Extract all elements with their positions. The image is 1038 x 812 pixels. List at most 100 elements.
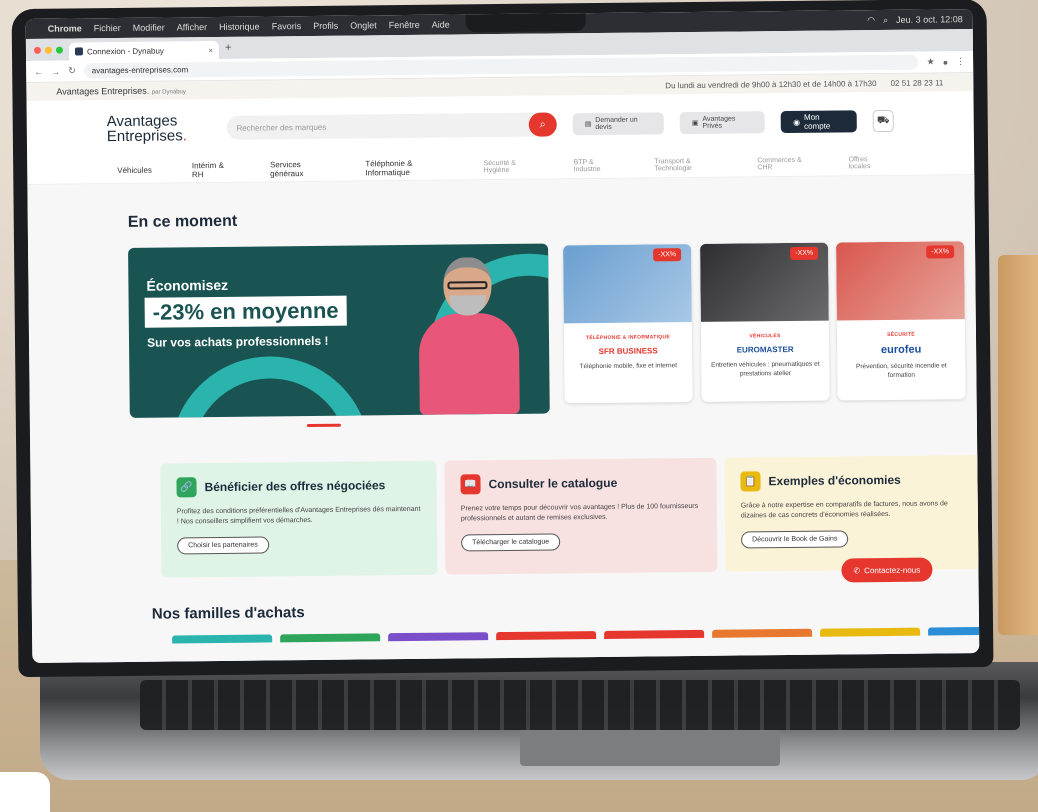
- contact-button[interactable]: ✆ Contactez-nous: [841, 557, 933, 583]
- menu-chrome[interactable]: Chrome: [48, 23, 82, 33]
- menubar-datetime[interactable]: Jeu. 3 oct. 12:08: [896, 14, 963, 26]
- gains-book-button[interactable]: Découvrir le Book de Gains: [741, 530, 849, 549]
- card-description: Entretien véhicules : pneumatiques et pr…: [711, 360, 820, 378]
- nav-item[interactable]: Offres locales: [849, 155, 885, 170]
- benefit-text: Profitez des conditions préférentielles …: [176, 505, 421, 526]
- main-content: En ce moment Économisez -23% en moyenne …: [27, 175, 980, 663]
- nav-item[interactable]: Transport & Technologie: [654, 157, 717, 172]
- maximize-window-button[interactable]: [55, 46, 63, 54]
- choose-partners-button[interactable]: Choisir les partenaires: [177, 536, 269, 555]
- nav-item[interactable]: Services généraux: [270, 159, 325, 178]
- card-category: VÉHICULES: [749, 333, 781, 340]
- back-icon[interactable]: ←: [34, 66, 43, 76]
- family-tab[interactable]: [712, 628, 813, 638]
- quote-button[interactable]: ▤ Demander un devis: [572, 112, 664, 136]
- menu-historique[interactable]: Historique: [219, 22, 260, 32]
- hero-line-3: Sur vos achats professionnels !: [146, 333, 329, 350]
- benefit-title: Exemples d'économies: [768, 472, 901, 489]
- menu-fenetre[interactable]: Fenêtre: [389, 20, 420, 30]
- offer-card[interactable]: -XX% TÉLÉPHONIE & INFORMATIQUE SFR BUSIN…: [563, 244, 693, 404]
- kebab-menu-icon[interactable]: ⋮: [956, 56, 965, 67]
- new-tab-icon[interactable]: +: [225, 42, 232, 54]
- minimize-window-button[interactable]: [44, 46, 52, 54]
- search-input[interactable]: Rechercher des marques: [236, 122, 326, 132]
- laptop-lid: Chrome Fichier Modifier Afficher Histori…: [11, 0, 994, 678]
- benefit-text: Prenez votre temps pour découvrir vos av…: [460, 502, 699, 523]
- menu-modifier[interactable]: Modifier: [133, 23, 165, 33]
- strip-brand[interactable]: Avantages Entreprises. par Dynabuy: [56, 85, 186, 97]
- gift-icon: ▣: [691, 119, 699, 128]
- menu-afficher[interactable]: Afficher: [177, 22, 207, 32]
- nav-item[interactable]: Commerces & CHR: [757, 156, 808, 170]
- family-tab[interactable]: [604, 629, 705, 639]
- benefit-card-offers: 🔗 Bénéficier des offres négociées Profite…: [160, 460, 438, 578]
- menu-profils[interactable]: Profils: [313, 21, 338, 31]
- family-tab[interactable]: [388, 632, 489, 642]
- close-tab-icon[interactable]: ×: [208, 46, 213, 55]
- phone-number[interactable]: 02 51 28 23 11: [891, 78, 944, 88]
- nav-item[interactable]: Véhicules: [117, 166, 152, 175]
- document-icon: ▤: [584, 121, 592, 129]
- family-tab[interactable]: [280, 633, 381, 643]
- close-window-button[interactable]: [33, 46, 41, 54]
- menu-onglet[interactable]: Onglet: [350, 20, 377, 30]
- nav-item[interactable]: BTP & Industrie: [574, 158, 615, 173]
- search-icon[interactable]: ⌕: [883, 14, 888, 25]
- menu-fichier[interactable]: Fichier: [94, 23, 121, 33]
- carousel-indicator[interactable]: [306, 423, 341, 428]
- man-photo: [413, 249, 525, 415]
- section-title: En ce moment: [127, 212, 238, 231]
- nav-item[interactable]: Sécurité & Hygiène: [484, 159, 534, 173]
- menu-aide[interactable]: Aide: [432, 20, 450, 30]
- site-header: Avantages Entreprises. Rechercher des ma…: [26, 91, 974, 159]
- offer-card[interactable]: -XX% VÉHICULES EUROMASTER Entretien véhi…: [700, 242, 830, 402]
- phone-icon: ✆: [853, 565, 861, 575]
- card-category: TÉLÉPHONIE & INFORMATIQUE: [585, 334, 671, 342]
- link-icon: 🔗: [176, 477, 197, 498]
- family-tab[interactable]: [172, 634, 273, 644]
- card-description: Téléphonie mobile, fixe et internet: [579, 362, 678, 371]
- clipboard-icon: 📋: [740, 471, 761, 492]
- search-button[interactable]: ⌕: [528, 112, 557, 137]
- family-tab[interactable]: [496, 631, 597, 641]
- cart-button[interactable]: ⛟: [872, 109, 894, 133]
- hero-banner[interactable]: Économisez -23% en moyenne Sur vos achat…: [128, 243, 550, 418]
- hero-line-1: Économisez: [146, 276, 229, 294]
- search-bar[interactable]: Rechercher des marques ⌕: [226, 112, 557, 140]
- pencil-cup: [998, 255, 1038, 635]
- reload-icon[interactable]: ↻: [68, 65, 76, 76]
- private-offers-button[interactable]: ▣ Avantages Privés: [679, 111, 766, 135]
- window-controls: [33, 46, 63, 54]
- discount-badge: -XX%: [790, 246, 819, 260]
- family-tab[interactable]: [820, 627, 921, 637]
- card-category: SÉCURITÉ: [887, 331, 915, 338]
- cart-icon: ⛟: [876, 114, 890, 126]
- nav-item[interactable]: Téléphonie & Informatique: [365, 158, 443, 176]
- nav-item[interactable]: Intérim & RH: [192, 160, 230, 178]
- benefit-card-savings: 📋 Exemples d'économies Grâce à notre expe…: [724, 454, 980, 572]
- hero-line-2: -23% en moyenne: [144, 295, 347, 328]
- benefit-text: Grâce à notre expertise en comparatifs d…: [740, 500, 948, 520]
- bookmark-star-icon[interactable]: ★: [927, 56, 935, 67]
- forward-icon[interactable]: →: [51, 66, 60, 76]
- card-description: Prévention, sécurité incendie et formati…: [855, 362, 947, 379]
- families-title: Nos familles d'achats: [151, 604, 305, 623]
- card-logo: eurofeu: [880, 343, 922, 357]
- profile-icon[interactable]: ●: [943, 57, 949, 67]
- discount-badge: -XX%: [653, 248, 682, 262]
- offer-card[interactable]: -XX% SÉCURITÉ eurofeu Prévention, sécuri…: [836, 241, 966, 401]
- benefit-title: Bénéficier des offres négociées: [204, 478, 386, 495]
- browser-tab[interactable]: Connexion - Dynabuy ×: [68, 40, 220, 61]
- wifi-icon[interactable]: ◠: [867, 15, 875, 26]
- user-icon: ◉: [793, 117, 801, 127]
- camera-notch: [465, 13, 586, 33]
- white-corner: [0, 772, 50, 812]
- site-logo[interactable]: Avantages Entreprises.: [107, 112, 211, 145]
- menu-favoris[interactable]: Favoris: [272, 21, 302, 31]
- tab-title: Connexion - Dynabuy: [86, 46, 164, 56]
- benefit-card-catalog: 📖 Consulter le catalogue Prenez votre tem…: [444, 457, 718, 575]
- download-catalog-button[interactable]: Télécharger le catalogue: [461, 533, 561, 552]
- family-tab[interactable]: [928, 626, 980, 636]
- account-button[interactable]: ◉ Mon compte: [780, 110, 858, 134]
- discount-badge: -XX%: [926, 245, 955, 259]
